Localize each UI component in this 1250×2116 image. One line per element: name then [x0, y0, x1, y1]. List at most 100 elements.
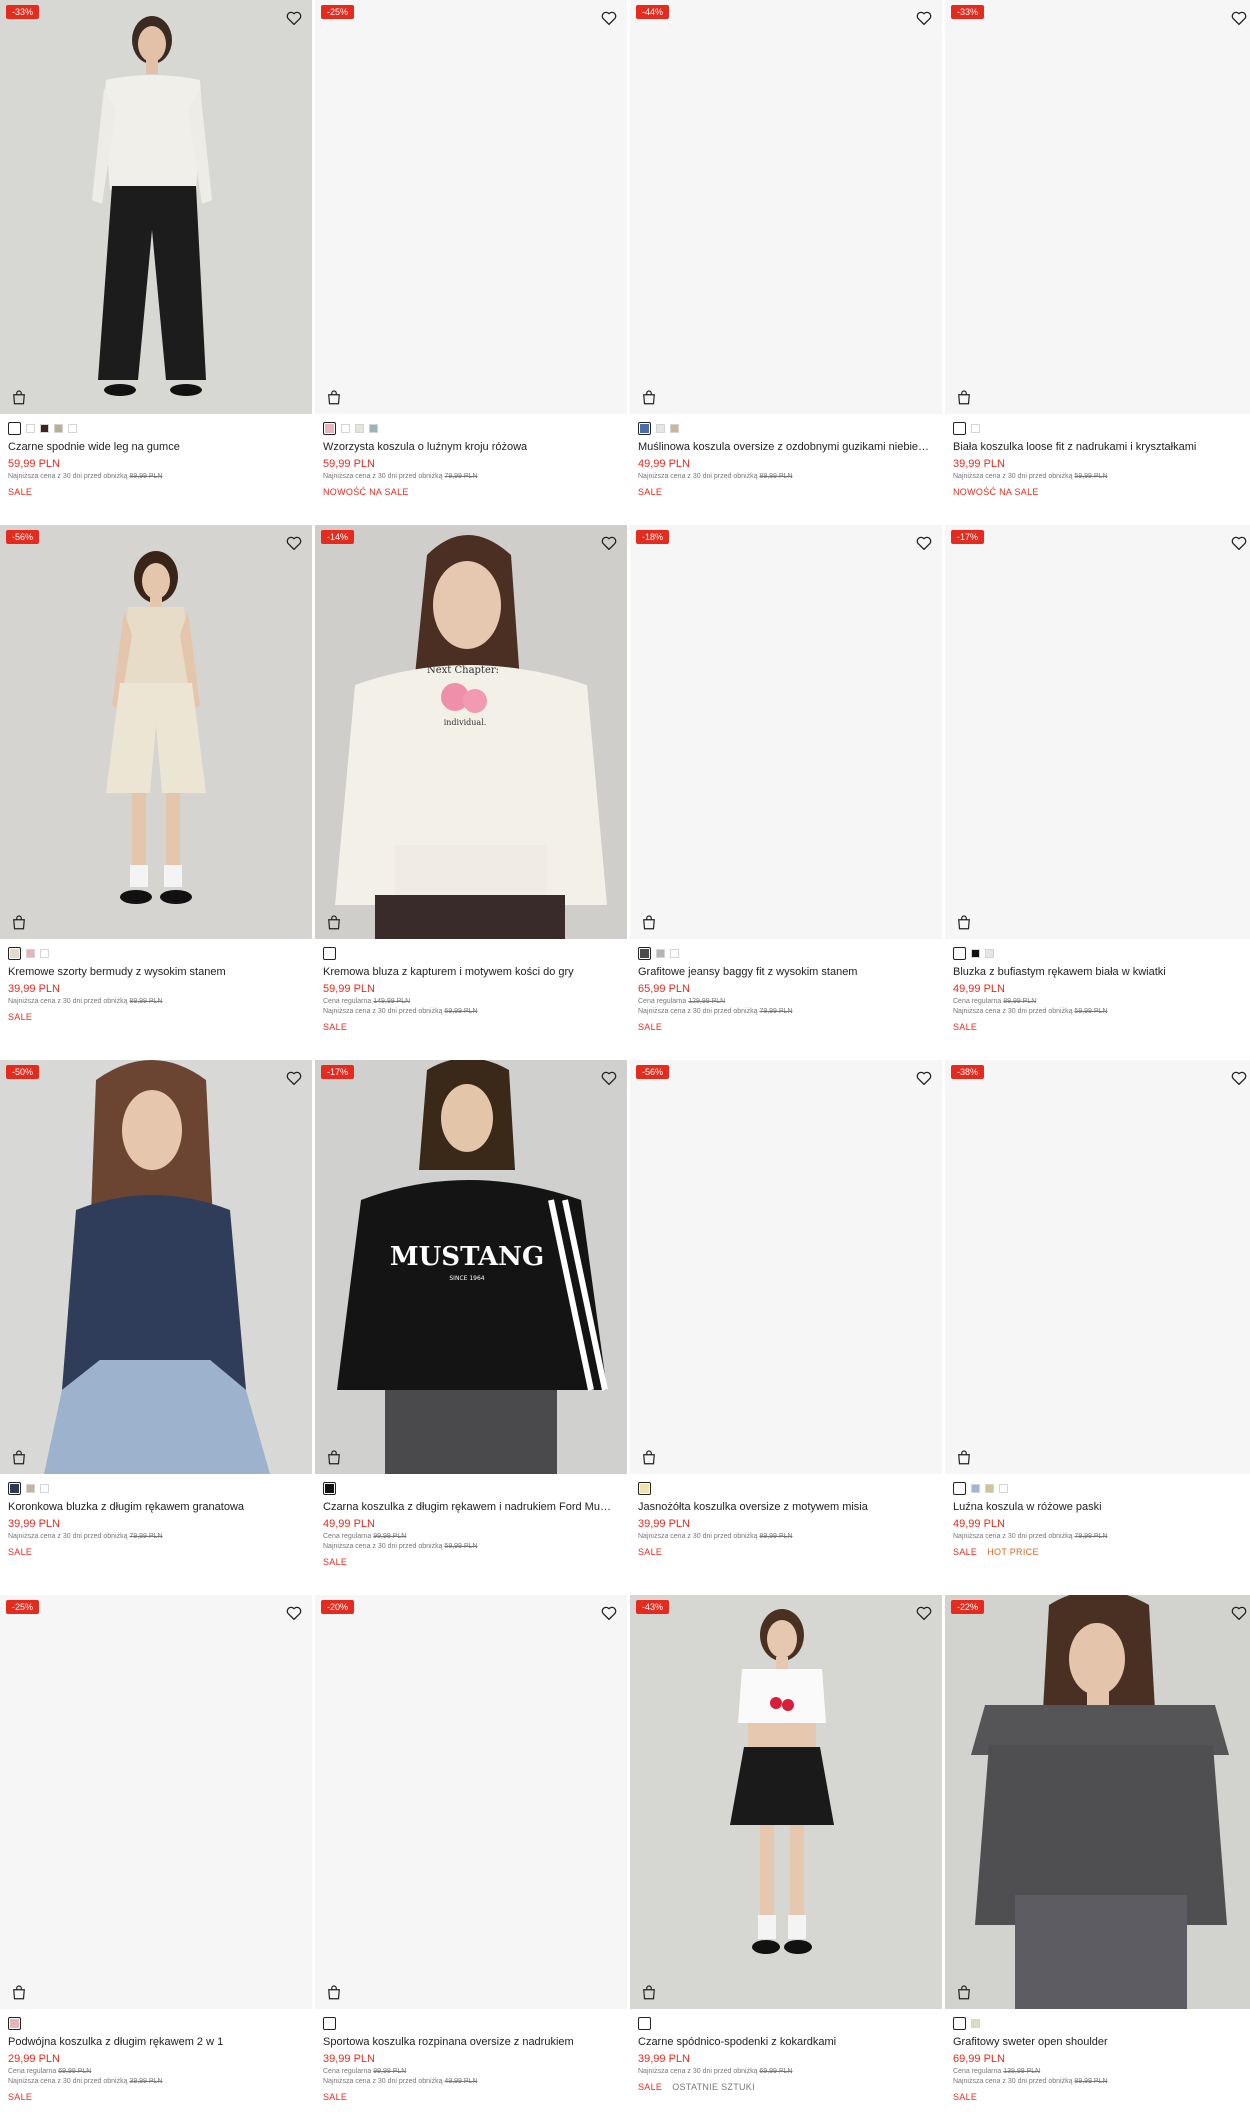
shopping-bag-icon[interactable]: [955, 913, 973, 931]
color-swatch[interactable]: [355, 424, 364, 433]
color-swatch[interactable]: [971, 1484, 980, 1493]
color-swatch[interactable]: [985, 1484, 994, 1493]
shopping-bag-icon[interactable]: [955, 388, 973, 406]
product-name[interactable]: Czarne spodnie wide leg na gumce: [0, 440, 300, 455]
color-swatch[interactable]: [638, 2017, 651, 2030]
heart-icon[interactable]: [285, 534, 303, 552]
shopping-bag-icon[interactable]: [10, 1448, 28, 1466]
product-image[interactable]: -56%: [630, 1060, 942, 1474]
product-name[interactable]: Koronkowa bluzka z długim rękawem granat…: [0, 1500, 300, 1515]
heart-icon[interactable]: [285, 1604, 303, 1622]
shopping-bag-icon[interactable]: [955, 1983, 973, 2001]
color-swatch[interactable]: [323, 947, 336, 960]
heart-icon[interactable]: [1230, 1069, 1248, 1087]
product-image[interactable]: -20%: [315, 1595, 627, 2009]
color-swatch[interactable]: [8, 947, 21, 960]
product-card[interactable]: Next Chapter: individual. -14% Kremowa blu…: [315, 525, 627, 1033]
heart-icon[interactable]: [915, 1604, 933, 1622]
color-swatch[interactable]: [323, 422, 336, 435]
color-swatch[interactable]: [68, 424, 77, 433]
shopping-bag-icon[interactable]: [955, 1448, 973, 1466]
product-name[interactable]: Czarne spódnico-spodenki z kokardkami: [630, 2035, 930, 2050]
product-image[interactable]: -44%: [630, 0, 942, 414]
product-name[interactable]: Podwójna koszulka z długim rękawem 2 w 1: [0, 2035, 300, 2050]
heart-icon[interactable]: [915, 9, 933, 27]
heart-icon[interactable]: [285, 9, 303, 27]
product-name[interactable]: Grafitowy sweter open shoulder: [945, 2035, 1245, 2050]
color-swatch[interactable]: [8, 422, 21, 435]
color-swatch[interactable]: [971, 2019, 980, 2028]
color-swatch[interactable]: [40, 949, 49, 958]
color-swatch[interactable]: [670, 424, 679, 433]
shopping-bag-icon[interactable]: [10, 913, 28, 931]
shopping-bag-icon[interactable]: [325, 388, 343, 406]
color-swatch[interactable]: [953, 1482, 966, 1495]
heart-icon[interactable]: [600, 534, 618, 552]
product-card[interactable]: -33% Biała koszulka loose fit z nadrukami…: [945, 0, 1250, 498]
product-card[interactable]: -18% Grafitowe jeansy baggy fit z wysokim…: [630, 525, 942, 1033]
product-card[interactable]: -43% Czarne spódnico-spodenki z kokardkam…: [630, 1595, 942, 2093]
product-name[interactable]: Grafitowe jeansy baggy fit z wysokim sta…: [630, 965, 930, 980]
shopping-bag-icon[interactable]: [325, 913, 343, 931]
color-swatch[interactable]: [323, 1482, 336, 1495]
shopping-bag-icon[interactable]: [640, 1448, 658, 1466]
color-swatch[interactable]: [40, 424, 49, 433]
color-swatch[interactable]: [999, 1484, 1008, 1493]
shopping-bag-icon[interactable]: [10, 388, 28, 406]
color-swatch[interactable]: [656, 949, 665, 958]
product-name[interactable]: Jasnożółta koszulka oversize z motywem m…: [630, 1500, 930, 1515]
shopping-bag-icon[interactable]: [325, 1983, 343, 2001]
shopping-bag-icon[interactable]: [325, 1448, 343, 1466]
product-card[interactable]: MUSTANG SINCE 1964 -17% Czarna koszulka z…: [315, 1060, 627, 1568]
product-name[interactable]: Muślinowa koszula oversize z ozdobnymi g…: [630, 440, 930, 455]
product-image[interactable]: -22%: [945, 1595, 1250, 2009]
heart-icon[interactable]: [600, 1069, 618, 1087]
color-swatch[interactable]: [953, 947, 966, 960]
product-image[interactable]: -43%: [630, 1595, 942, 2009]
product-name[interactable]: Bluzka z bufiastym rękawem biała w kwiat…: [945, 965, 1245, 980]
product-name[interactable]: Biała koszulka loose fit z nadrukami i k…: [945, 440, 1245, 455]
product-card[interactable]: -25% Wzorzysta koszula o luźnym kroju róż…: [315, 0, 627, 498]
product-image[interactable]: -56%: [0, 525, 312, 939]
color-swatch[interactable]: [341, 424, 350, 433]
heart-icon[interactable]: [1230, 9, 1248, 27]
color-swatch[interactable]: [8, 2017, 21, 2030]
color-swatch[interactable]: [953, 2017, 966, 2030]
product-image[interactable]: -25%: [315, 0, 627, 414]
heart-icon[interactable]: [1230, 534, 1248, 552]
color-swatch[interactable]: [369, 424, 378, 433]
color-swatch[interactable]: [971, 949, 980, 958]
product-image[interactable]: -18%: [630, 525, 942, 939]
product-name[interactable]: Czarna koszulka z długim rękawem i nadru…: [315, 1500, 615, 1515]
product-card[interactable]: -20% Sportowa koszulka rozpinana oversize…: [315, 1595, 627, 2103]
color-swatch[interactable]: [8, 1482, 21, 1495]
color-swatch[interactable]: [40, 1484, 49, 1493]
color-swatch[interactable]: [638, 1482, 651, 1495]
color-swatch[interactable]: [26, 424, 35, 433]
shopping-bag-icon[interactable]: [640, 1983, 658, 2001]
color-swatch[interactable]: [638, 422, 651, 435]
heart-icon[interactable]: [285, 1069, 303, 1087]
product-image[interactable]: -25%: [0, 1595, 312, 2009]
product-name[interactable]: Sportowa koszulka rozpinana oversize z n…: [315, 2035, 615, 2050]
product-card[interactable]: -50% Koronkowa bluzka z długim rękawem gr…: [0, 1060, 312, 1558]
product-card[interactable]: -33% Czarne spodnie wide leg na gumce 59,9…: [0, 0, 312, 498]
shopping-bag-icon[interactable]: [640, 388, 658, 406]
product-name[interactable]: Kremowe szorty bermudy z wysokim stanem: [0, 965, 300, 980]
color-swatch[interactable]: [323, 2017, 336, 2030]
color-swatch[interactable]: [953, 422, 966, 435]
shopping-bag-icon[interactable]: [10, 1983, 28, 2001]
product-name[interactable]: Wzorzysta koszula o luźnym kroju różowa: [315, 440, 615, 455]
heart-icon[interactable]: [915, 1069, 933, 1087]
product-card[interactable]: -25% Podwójna koszulka z długim rękawem 2…: [0, 1595, 312, 2103]
color-swatch[interactable]: [26, 949, 35, 958]
color-swatch[interactable]: [638, 947, 651, 960]
shopping-bag-icon[interactable]: [640, 913, 658, 931]
product-image[interactable]: -17%: [945, 525, 1250, 939]
heart-icon[interactable]: [600, 1604, 618, 1622]
color-swatch[interactable]: [670, 949, 679, 958]
product-image[interactable]: -38%: [945, 1060, 1250, 1474]
color-swatch[interactable]: [985, 949, 994, 958]
product-image[interactable]: -50%: [0, 1060, 312, 1474]
color-swatch[interactable]: [656, 424, 665, 433]
